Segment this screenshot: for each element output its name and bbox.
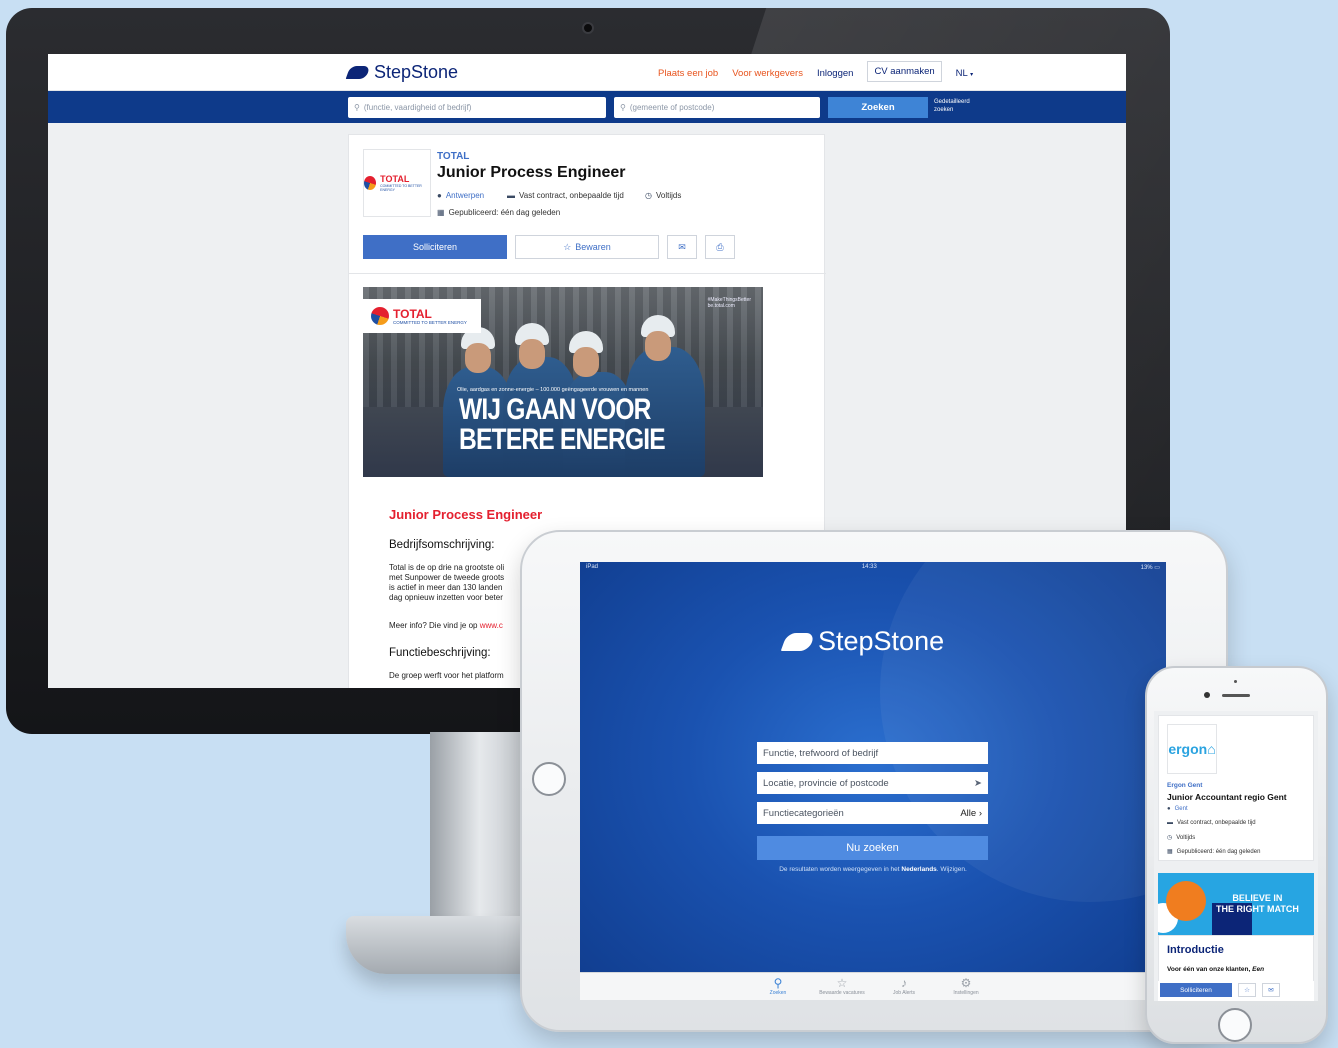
advanced-search-link[interactable]: Gedetailleerd zoeken: [934, 98, 970, 114]
phone-home-button[interactable]: [1218, 1008, 1252, 1042]
tablet-search-button[interactable]: Nu zoeken: [757, 836, 988, 860]
phone-action-bar: Solliciteren ☆ ✉: [1158, 981, 1314, 1001]
search-icon: ⚲: [773, 976, 783, 990]
calendar-icon: ▦: [1167, 849, 1173, 855]
star-icon: ☆: [1244, 987, 1250, 994]
company-logo: TOTAL COMMITTED TO BETTER ENERGY: [363, 149, 431, 217]
banner-headline: WIJ GAAN VOOR BETERE ENERGIE: [459, 393, 666, 456]
tablet-what-input[interactable]: Functie, trefwoord of bedrijf: [757, 742, 988, 764]
search-what-input[interactable]: ⚲ (functie, vaardigheid of bedrijf): [348, 97, 606, 118]
phone-company-name[interactable]: Ergon Gent: [1167, 782, 1202, 789]
phone-intro-title: Introductie: [1167, 944, 1224, 956]
star-icon: ☆: [563, 241, 572, 252]
stepstone-logo[interactable]: StepStone: [345, 62, 458, 83]
tab-saved-jobs[interactable]: ☆ Bewaarde vacatures: [812, 976, 872, 996]
save-job-button[interactable]: ☆ Bewaren: [515, 235, 659, 259]
total-logo-icon: [371, 307, 389, 325]
job-body-title: Junior Process Engineer: [389, 507, 543, 522]
stepstone-swoosh-icon: [780, 632, 816, 651]
search-bar: ⚲ (functie, vaardigheid of bedrijf) ⚲ (g…: [48, 91, 1126, 123]
monitor-camera: [582, 22, 594, 34]
battery-icon: 13% ▭: [1140, 565, 1160, 571]
total-logo-icon: [364, 176, 377, 190]
tab-search[interactable]: ⚲ Zoeken: [748, 976, 808, 996]
gear-icon: ⚙: [960, 976, 972, 990]
mail-icon: ✉: [678, 241, 686, 252]
email-job-button[interactable]: ✉: [667, 235, 697, 259]
tablet-tab-bar: ⚲ Zoeken ☆ Bewaarde vacatures ♪ Job Aler…: [580, 972, 1166, 1000]
apply-button[interactable]: Solliciteren: [363, 235, 507, 259]
phone-employer-banner: BELIEVE IN THE RIGHT MATCH: [1158, 873, 1314, 935]
phone-email-button[interactable]: ✉: [1262, 983, 1280, 997]
clock-icon: ◷: [645, 191, 652, 200]
phone-apply-button[interactable]: Solliciteren: [1160, 983, 1232, 997]
company-name[interactable]: TOTAL: [437, 151, 469, 162]
nav-login-link[interactable]: Inloggen: [817, 68, 853, 79]
banner-total-logo: TOTAL COMMITTED TO BETTER ENERGY: [363, 299, 481, 333]
ergon-logo-mark-icon: ⌂: [1207, 741, 1216, 757]
clock-icon: ◷: [1167, 835, 1173, 841]
navigation-arrow-icon[interactable]: ➤: [974, 778, 982, 789]
tablet-stepstone-logo: StepStone: [780, 626, 944, 657]
print-job-button[interactable]: ⎙: [705, 235, 735, 259]
chevron-down-icon: ▾: [970, 72, 974, 78]
chevron-right-icon: ›: [978, 807, 982, 819]
tab-settings[interactable]: ⚙ Instellingen: [936, 976, 996, 996]
nav-links: Plaats een job Voor werkgevers Inloggen …: [658, 61, 973, 82]
function-description-heading: Functiebeschrijving:: [389, 647, 491, 659]
phone-job-published: ▦ Gepubliceerd: één dag geleden: [1167, 848, 1261, 856]
phone-intro-text: Voor één van onze klanten, Een: [1167, 966, 1265, 973]
phone-sensor: [1234, 680, 1237, 683]
location-pin-icon: ●: [437, 191, 442, 200]
tablet-language-note: De resultaten worden weergegeven in het …: [779, 866, 967, 873]
tablet-where-input[interactable]: Locatie, provincie of postcode ➤: [757, 772, 988, 794]
phone-job-contract: ▬ Vast contract, onbepaalde tijd: [1167, 820, 1256, 826]
phone-camera: [1204, 692, 1210, 698]
nav-employers-link[interactable]: Voor werkgevers: [732, 68, 803, 79]
job-published: ▦ Gepubliceerd: één dag geleden: [437, 208, 561, 217]
briefcase-icon: ▬: [1167, 820, 1173, 826]
calendar-icon: ▦: [437, 208, 445, 217]
phone-speaker: [1222, 694, 1250, 697]
location-pin-icon: ⚲: [620, 103, 626, 112]
employer-banner-image: TOTAL COMMITTED TO BETTER ENERGY #MakeTh…: [363, 287, 763, 477]
bell-icon: ♪: [901, 976, 907, 990]
phone-banner-text: BELIEVE IN THE RIGHT MATCH: [1216, 893, 1299, 914]
card-divider: [349, 273, 826, 274]
phone-save-button[interactable]: ☆: [1238, 983, 1256, 997]
create-cv-button[interactable]: CV aanmaken: [867, 61, 942, 82]
phone-job-card: ergon ⌂ Ergon Gent Junior Accountant regi…: [1158, 715, 1314, 861]
tablet-category-select[interactable]: Functiecategorieën Alle ›: [757, 802, 988, 824]
top-navigation: StepStone Plaats een job Voor werkgevers…: [48, 54, 1126, 91]
tablet-status-bar: iPad 14:33 13% ▭: [586, 564, 1160, 571]
search-where-input[interactable]: ⚲ (gemeente of postcode): [614, 97, 820, 118]
nav-post-job-link[interactable]: Plaats een job: [658, 68, 718, 79]
job-contract: ▬ Vast contract, onbepaalde tijd: [507, 191, 624, 200]
phone-job-location: ● Gent: [1167, 806, 1188, 812]
search-icon: ⚲: [354, 103, 360, 112]
phone-job-hours: ◷ Voltijds: [1167, 834, 1196, 842]
search-button[interactable]: Zoeken: [828, 97, 928, 118]
tablet-home-button[interactable]: [532, 762, 566, 796]
mail-icon: ✉: [1268, 987, 1274, 994]
phone-screen: ergon ⌂ Ergon Gent Junior Accountant regi…: [1154, 711, 1318, 1001]
location-pin-icon: ●: [1167, 806, 1171, 812]
ergon-logo: ergon ⌂: [1167, 724, 1217, 774]
language-selector[interactable]: NL ▾: [956, 68, 973, 79]
job-location: ● Antwerpen: [437, 191, 485, 200]
job-title: Junior Process Engineer: [437, 164, 626, 181]
stepstone-swoosh-icon: [345, 66, 371, 79]
phone-job-title: Junior Accountant regio Gent: [1167, 792, 1287, 802]
change-language-link[interactable]: . Wijzigen.: [937, 866, 967, 873]
banner-hashtag: #MakeThingsBetter be.total.com: [707, 297, 751, 309]
tablet-screen: iPad 14:33 13% ▭ StepStone Functie, tref…: [580, 562, 1166, 1000]
company-description-heading: Bedrijfsomschrijving:: [389, 539, 495, 551]
star-icon: ☆: [836, 976, 848, 990]
company-website-link[interactable]: www.c: [480, 621, 503, 630]
tab-job-alerts[interactable]: ♪ Job Alerts: [874, 976, 934, 996]
print-icon: ⎙: [716, 241, 724, 252]
briefcase-icon: ▬: [507, 191, 515, 200]
job-hours: ◷ Voltijds: [645, 191, 682, 200]
